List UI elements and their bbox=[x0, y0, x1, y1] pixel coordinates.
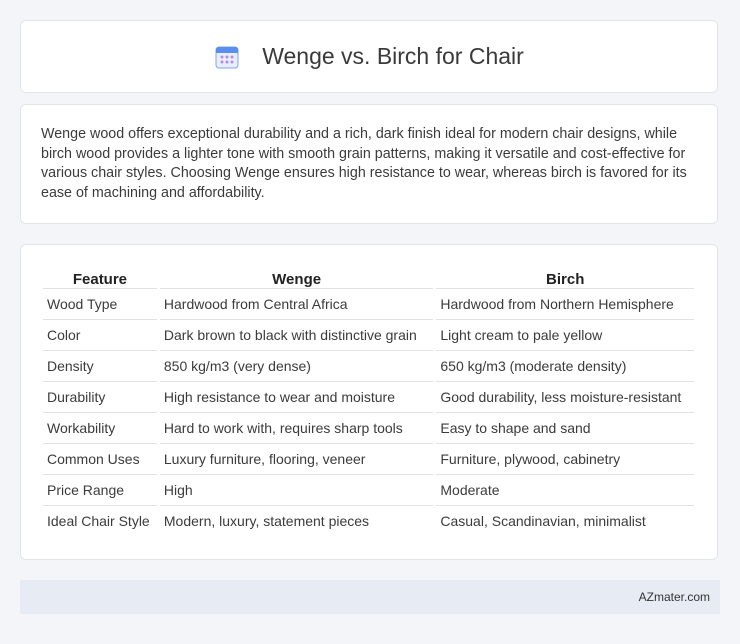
cell-birch: Hardwood from Northern Hemisphere bbox=[436, 289, 694, 320]
cell-feature: Ideal Chair Style bbox=[47, 513, 150, 529]
header-birch: Birch bbox=[436, 265, 694, 289]
comparison-table: Feature Wenge Birch Wood Type Hardwood f… bbox=[40, 265, 697, 536]
cell-wenge: Modern, luxury, statement pieces bbox=[163, 513, 370, 529]
title-card: Wenge vs. Birch for Chair bbox=[20, 20, 718, 93]
cell-birch: Moderate bbox=[436, 475, 694, 506]
cell-wenge: Dark brown to black with distinctive gra… bbox=[159, 320, 434, 351]
cell-birch: Casual, Scandinavian, minimalist bbox=[440, 513, 646, 529]
footer-site-link[interactable]: AZmater.com bbox=[639, 590, 710, 604]
table-row: Wood Type Hardwood from Central Africa H… bbox=[43, 289, 694, 320]
cell-wenge: Hard to work with, requires sharp tools bbox=[159, 413, 434, 444]
table-row: Common Uses Luxury furniture, flooring, … bbox=[43, 444, 694, 475]
footer-bar: AZmater.com bbox=[20, 580, 720, 614]
table-row: Price Range High Moderate bbox=[43, 475, 694, 506]
table-row: Durability High resistance to wear and m… bbox=[43, 382, 694, 413]
table-row: Ideal Chair Style Modern, luxury, statem… bbox=[43, 506, 694, 536]
page-title: Wenge vs. Birch for Chair bbox=[262, 43, 524, 69]
comparison-card: Feature Wenge Birch Wood Type Hardwood f… bbox=[20, 244, 718, 560]
cell-feature: Wood Type bbox=[43, 289, 157, 320]
calendar-icon bbox=[215, 46, 239, 68]
cell-feature: Price Range bbox=[43, 475, 157, 506]
header-wenge: Wenge bbox=[159, 265, 434, 289]
cell-birch: Good durability, less moisture-resistant bbox=[436, 382, 694, 413]
cell-feature: Density bbox=[43, 351, 157, 382]
cell-feature: Workability bbox=[43, 413, 157, 444]
cell-birch: Furniture, plywood, cabinetry bbox=[436, 444, 694, 475]
cell-birch: 650 kg/m3 (moderate density) bbox=[436, 351, 694, 382]
cell-feature: Durability bbox=[43, 382, 157, 413]
table-header-row: Feature Wenge Birch bbox=[43, 265, 694, 289]
cell-birch: Easy to shape and sand bbox=[436, 413, 694, 444]
table-row: Density 850 kg/m3 (very dense) 650 kg/m3… bbox=[43, 351, 694, 382]
cell-wenge: 850 kg/m3 (very dense) bbox=[159, 351, 434, 382]
table-row: Color Dark brown to black with distincti… bbox=[43, 320, 694, 351]
cell-feature: Color bbox=[43, 320, 157, 351]
cell-feature: Common Uses bbox=[43, 444, 157, 475]
summary-card: Wenge wood offers exceptional durability… bbox=[20, 104, 718, 224]
header-feature: Feature bbox=[43, 265, 157, 289]
cell-wenge: High resistance to wear and moisture bbox=[159, 382, 434, 413]
cell-wenge: High bbox=[159, 475, 434, 506]
table-row: Workability Hard to work with, requires … bbox=[43, 413, 694, 444]
summary-text: Wenge wood offers exceptional durability… bbox=[41, 126, 687, 201]
cell-wenge: Luxury furniture, flooring, veneer bbox=[159, 444, 434, 475]
cell-wenge: Hardwood from Central Africa bbox=[159, 289, 434, 320]
cell-birch: Light cream to pale yellow bbox=[436, 320, 694, 351]
title-row: Wenge vs. Birch for Chair bbox=[214, 43, 524, 70]
